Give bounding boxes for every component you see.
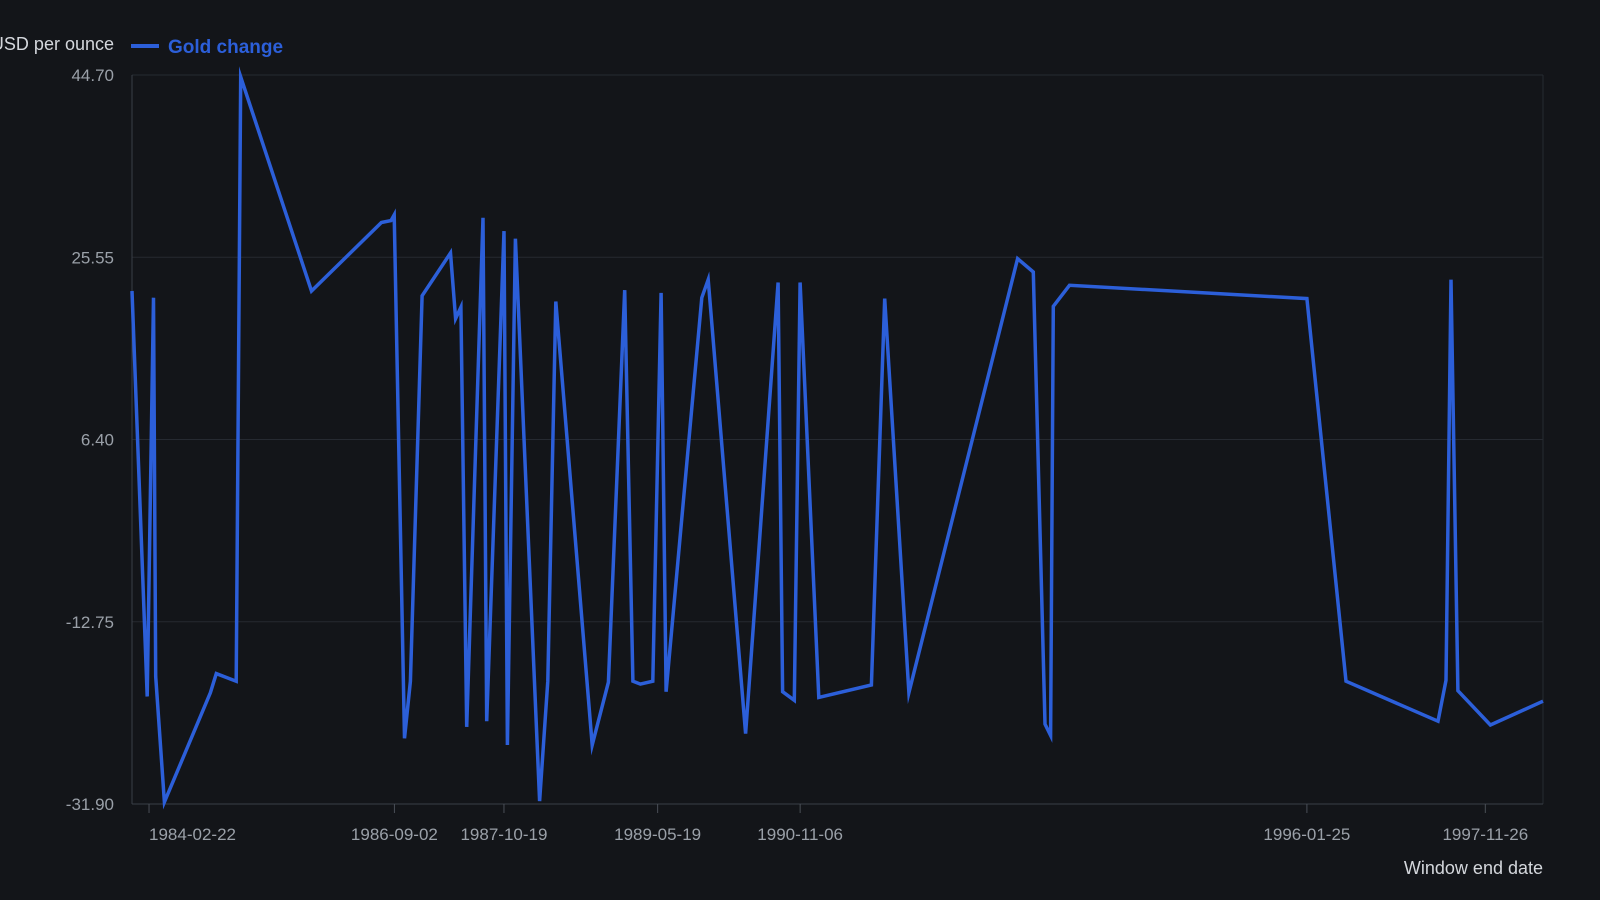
- x-tick-label: 1986-09-02: [351, 825, 438, 844]
- line-chart: 44.70 25.55 6.40 -12.75 -31.90 1984-02-22 1986…: [0, 0, 1600, 900]
- y-tick-label: -12.75: [66, 613, 114, 632]
- y-tick-label: 6.40: [81, 431, 114, 450]
- x-axis-title: Window end date: [1404, 858, 1543, 878]
- y-tick-label: -31.90: [66, 795, 114, 814]
- x-tick-label: 1990-11-06: [757, 825, 843, 844]
- x-tick-label: 1997-11-26: [1442, 825, 1528, 844]
- legend-label-gold-change: Gold change: [168, 37, 283, 58]
- y-tick-label: 25.55: [71, 248, 114, 267]
- x-tick-label: 1996-01-25: [1263, 825, 1350, 844]
- x-tick-label: 1989-05-19: [614, 825, 701, 844]
- y-axis-title: USD per ounce: [0, 34, 114, 54]
- x-tick-label: 1987-10-19: [460, 825, 547, 844]
- x-tick-label: 1984-02-22: [149, 825, 236, 844]
- y-tick-label: 44.70: [71, 66, 114, 85]
